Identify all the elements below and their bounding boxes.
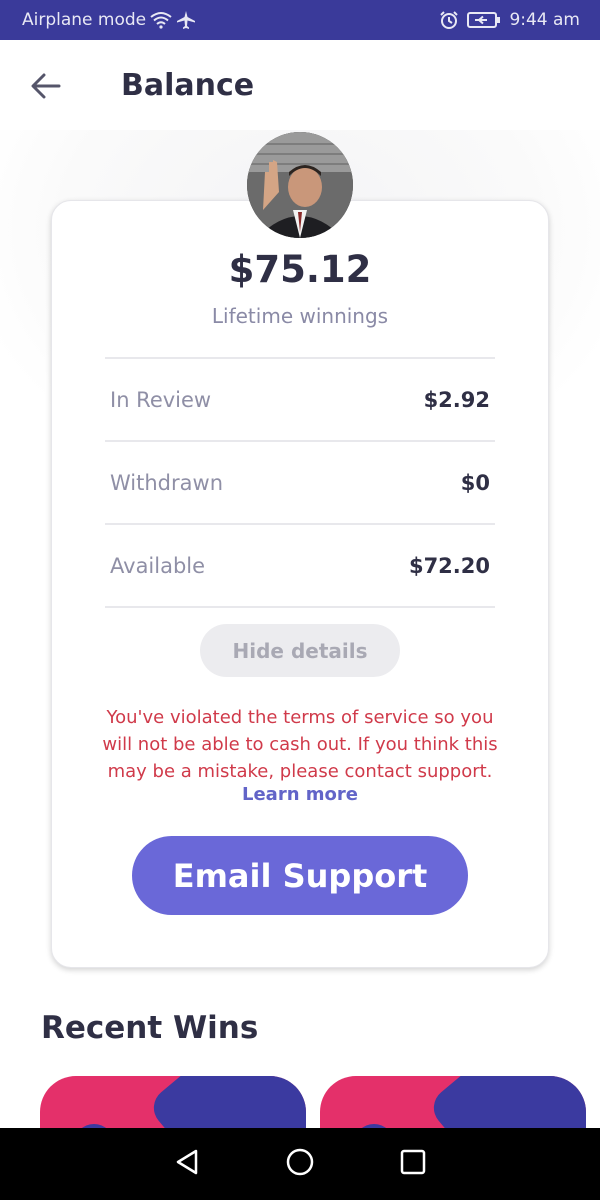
detail-label: Available	[110, 554, 206, 578]
detail-value: $2.92	[423, 388, 490, 412]
back-button[interactable]	[28, 72, 64, 104]
avatar	[247, 132, 353, 238]
navigation-bar	[0, 1128, 600, 1200]
page-title: Balance	[121, 68, 255, 103]
recents-square-icon	[398, 1147, 428, 1181]
learn-more-link[interactable]: Learn more	[0, 784, 600, 805]
detail-value: $72.20	[408, 554, 490, 578]
status-time: 9:44 am	[509, 10, 580, 30]
status-airplane-mode-text: Airplane mode	[22, 10, 147, 30]
wifi-icon	[150, 11, 172, 29]
home-circle-icon	[285, 1147, 315, 1181]
app-header: Balance	[0, 40, 600, 136]
detail-row-in-review: In Review $2.92	[105, 357, 495, 441]
alarm-icon	[439, 10, 459, 30]
airplane-icon	[176, 10, 196, 30]
recent-wins-title: Recent Wins	[41, 1010, 259, 1046]
balance-caption: Lifetime winnings	[211, 304, 389, 328]
detail-label: Withdrawn	[110, 471, 223, 495]
email-support-button[interactable]: Email Support	[132, 836, 468, 915]
detail-label: In Review	[110, 388, 212, 412]
detail-row-available: Available $72.20	[105, 523, 495, 607]
nav-recents-button[interactable]	[389, 1140, 437, 1188]
divider	[105, 606, 495, 608]
back-triangle-icon	[172, 1147, 202, 1181]
arrow-left-icon	[31, 73, 61, 103]
hide-details-button[interactable]: Hide details	[200, 624, 400, 677]
nav-home-button[interactable]	[276, 1140, 324, 1188]
nav-back-button[interactable]	[163, 1140, 211, 1188]
detail-value: $0	[460, 471, 490, 495]
detail-row-withdrawn: Withdrawn $0	[105, 440, 495, 524]
status-bar: Airplane mode 9:44 am	[0, 0, 600, 40]
terms-violation-message: You've violated the terms of service so …	[102, 707, 498, 782]
battery-icon	[467, 11, 501, 29]
balance-amount: $75.12	[228, 248, 372, 291]
